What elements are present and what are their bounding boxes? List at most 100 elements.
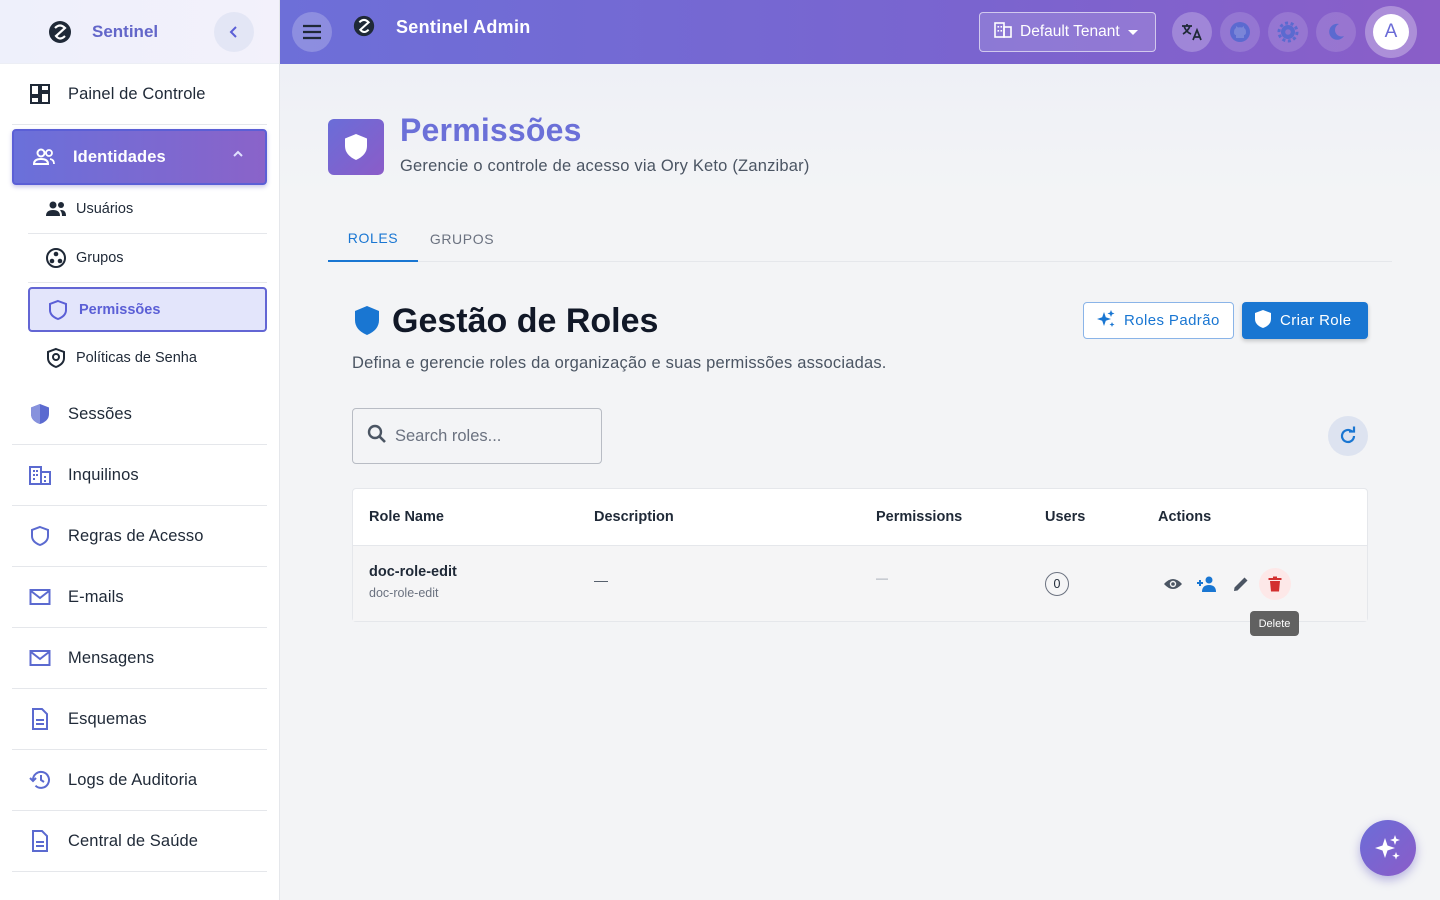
sidebar-item-health-center[interactable]: Central de Saúde xyxy=(12,811,267,872)
sidebar-item-label: Esquemas xyxy=(68,709,147,728)
tenant-selector[interactable]: Default Tenant xyxy=(979,12,1156,52)
sidebar-item-label: E-mails xyxy=(68,587,124,606)
identities-submenu: Usuários Grupos Permissões Políticas de … xyxy=(12,185,267,384)
sidebar-item-groups[interactable]: Grupos xyxy=(28,234,267,283)
document-icon xyxy=(28,829,52,853)
sidebar-nav: Painel de Controle Identidades Usuários xyxy=(0,64,279,872)
topbar: Sentinel Admin Default Tenant A xyxy=(280,0,1440,64)
sidebar-brand: Sentinel xyxy=(92,21,159,41)
mail-icon xyxy=(28,646,52,670)
sidebar-item-label: Sessões xyxy=(68,404,132,423)
sidebar-item-permissions[interactable]: Permissões xyxy=(28,287,267,332)
ai-assistant-button[interactable] xyxy=(1360,820,1416,876)
table-row[interactable]: doc-role-edit doc-role-edit — — 0 xyxy=(353,546,1367,621)
sentinel-logo-icon xyxy=(46,18,74,46)
avatar: A xyxy=(1373,14,1409,50)
default-roles-label: Roles Padrão xyxy=(1124,312,1220,329)
sidebar-item-identities[interactable]: Identidades xyxy=(12,129,267,185)
edit-role-button[interactable] xyxy=(1225,568,1257,600)
domain-icon xyxy=(28,463,52,487)
page-title: Permissões xyxy=(400,112,582,148)
view-role-button[interactable] xyxy=(1157,568,1189,600)
search-box[interactable] xyxy=(352,408,602,464)
sidebar-item-schemas[interactable]: Esquemas xyxy=(12,689,267,750)
github-button[interactable] xyxy=(1220,12,1260,52)
gear-icon xyxy=(1277,21,1299,43)
tab-roles[interactable]: ROLES xyxy=(328,216,418,262)
sidebar-item-label: Inquilinos xyxy=(68,465,139,484)
column-header-description[interactable]: Description xyxy=(594,509,674,525)
sidebar-header: Sentinel xyxy=(0,0,279,64)
collapse-sidebar-button[interactable] xyxy=(214,12,254,52)
sidebar-item-tenants[interactable]: Inquilinos xyxy=(12,445,267,506)
chevron-up-icon xyxy=(231,147,245,166)
chevron-left-icon xyxy=(229,26,237,38)
assign-users-button[interactable] xyxy=(1191,568,1223,600)
sidebar-item-dashboard[interactable]: Painel de Controle xyxy=(12,64,267,125)
shield-icon xyxy=(1254,309,1272,333)
shield-icon xyxy=(352,304,384,340)
sidebar-item-audit-logs[interactable]: Logs de Auditoria xyxy=(12,750,267,811)
delete-tooltip: Delete xyxy=(1250,611,1299,636)
section-title: Gestão de Roles xyxy=(392,302,659,340)
column-header-actions: Actions xyxy=(1158,509,1212,525)
search-icon xyxy=(367,424,387,449)
sidebar-item-messages[interactable]: Mensagens xyxy=(12,628,267,689)
users-count-badge: 0 xyxy=(1045,572,1069,596)
menu-button[interactable] xyxy=(292,12,332,52)
document-icon xyxy=(28,707,52,731)
sidebar-item-label: Central de Saúde xyxy=(68,831,199,850)
sparkles-icon xyxy=(1096,309,1116,333)
mail-icon xyxy=(28,585,52,609)
trash-icon xyxy=(1268,576,1282,592)
column-header-users[interactable]: Users xyxy=(1045,509,1085,525)
sidebar-item-emails[interactable]: E-mails xyxy=(12,567,267,628)
people-icon xyxy=(32,145,56,169)
app-title: Sentinel Admin xyxy=(396,17,531,37)
pencil-icon xyxy=(1234,577,1248,591)
translate-icon xyxy=(1182,24,1202,41)
shield-outline-icon xyxy=(46,298,70,322)
search-input[interactable] xyxy=(395,426,585,446)
main-content: Permissões Gerencie o controle de acesso… xyxy=(280,64,1440,900)
roles-table: Role Name Description Permissions Users … xyxy=(352,488,1368,622)
theme-toggle-button[interactable] xyxy=(1316,12,1356,52)
translate-button[interactable] xyxy=(1172,12,1212,52)
shield-lock-icon xyxy=(44,346,68,370)
sidebar-subitem-label: Usuários xyxy=(76,201,134,217)
column-header-role-name[interactable]: Role Name xyxy=(369,509,444,525)
section-subtitle: Defina e gerencie roles da organização e… xyxy=(352,354,887,372)
page-subtitle: Gerencie o controle de acesso via Ory Ke… xyxy=(400,157,810,175)
default-roles-button[interactable]: Roles Padrão xyxy=(1083,302,1234,339)
role-name: doc-role-edit xyxy=(369,564,457,580)
user-avatar-button[interactable]: A xyxy=(1365,6,1417,58)
sidebar-subitem-label: Permissões xyxy=(79,301,161,318)
people-icon xyxy=(44,197,68,221)
sidebar: Sentinel Painel de Controle Identidades xyxy=(0,0,280,900)
shield-icon xyxy=(328,119,384,175)
tab-groups[interactable]: GRUPOS xyxy=(418,216,506,262)
sidebar-subitem-label: Grupos xyxy=(76,250,124,266)
sentinel-logo-icon xyxy=(352,14,378,40)
building-icon xyxy=(994,21,1012,43)
role-id: doc-role-edit xyxy=(369,586,439,600)
eye-icon xyxy=(1164,579,1182,589)
sidebar-item-label: Mensagens xyxy=(68,648,155,667)
sidebar-item-label: Logs de Auditoria xyxy=(68,770,198,789)
caret-down-icon xyxy=(1127,23,1138,41)
tabs: ROLES GRUPOS xyxy=(328,216,1392,262)
refresh-icon xyxy=(1340,426,1356,444)
delete-role-button[interactable] xyxy=(1259,568,1291,600)
table-header: Role Name Description Permissions Users … xyxy=(353,489,1367,546)
sidebar-item-users[interactable]: Usuários xyxy=(28,185,267,234)
sidebar-item-access-rules[interactable]: Regras de Acesso xyxy=(12,506,267,567)
refresh-button[interactable] xyxy=(1328,416,1368,456)
sidebar-item-label: Regras de Acesso xyxy=(68,526,204,545)
sidebar-item-sessions[interactable]: Sessões xyxy=(12,384,267,445)
settings-button[interactable] xyxy=(1268,12,1308,52)
sidebar-item-password-policies[interactable]: Políticas de Senha xyxy=(28,332,267,384)
menu-icon xyxy=(303,24,321,40)
role-permissions: — xyxy=(876,571,888,585)
create-role-button[interactable]: Criar Role xyxy=(1242,302,1368,339)
column-header-permissions[interactable]: Permissions xyxy=(876,509,962,525)
